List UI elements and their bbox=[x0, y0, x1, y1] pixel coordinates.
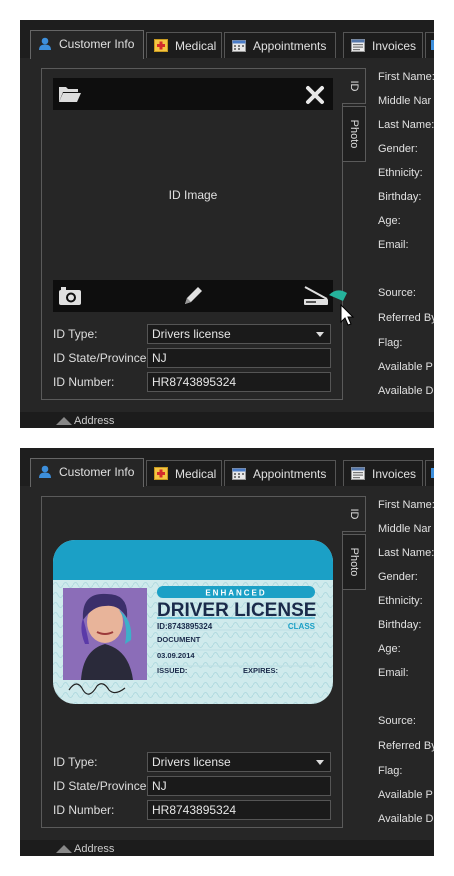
tab-overflow-icon bbox=[431, 468, 434, 478]
tab-appointments[interactable]: Appointments bbox=[224, 460, 336, 486]
available-d-label: Available D bbox=[378, 813, 434, 825]
address-section-header[interactable]: Address bbox=[20, 412, 434, 428]
tab-medical[interactable]: Medical bbox=[146, 32, 222, 58]
tab-customer-info[interactable]: Customer Info bbox=[30, 458, 144, 487]
medical-kit-icon bbox=[154, 467, 168, 480]
scanner-icon[interactable] bbox=[303, 285, 329, 307]
id-type-select[interactable]: Drivers license bbox=[147, 752, 331, 772]
id-number-input[interactable]: HR8743895324 bbox=[147, 372, 331, 392]
id-state-label: ID State/Province: bbox=[53, 779, 150, 793]
last-name-label: Last Name: bbox=[378, 119, 434, 131]
id-image-area: ID Image bbox=[53, 78, 333, 314]
close-icon[interactable] bbox=[305, 85, 325, 105]
referred-by-label: Referred By bbox=[378, 312, 434, 324]
chevron-down-icon bbox=[316, 332, 324, 337]
first-name-label: First Name: bbox=[378, 499, 434, 511]
open-folder-icon[interactable] bbox=[58, 85, 82, 103]
birthday-label: Birthday: bbox=[378, 619, 422, 631]
last-name-label: Last Name: bbox=[378, 547, 434, 559]
customer-info-panel-loaded: Customer Info Medical Appointments Invoi… bbox=[20, 448, 434, 856]
gender-label: Gender: bbox=[378, 571, 418, 583]
middle-name-label: Middle Nar bbox=[378, 95, 432, 107]
home-icon bbox=[56, 845, 72, 853]
id-number-input[interactable]: HR8743895324 bbox=[147, 800, 331, 820]
license-expires-label: EXPIRES: bbox=[243, 666, 278, 675]
tab-customer-info[interactable]: Customer Info bbox=[30, 30, 144, 59]
middle-name-label: Middle Nar bbox=[378, 523, 432, 535]
license-date: 03.09.2014 bbox=[157, 651, 195, 660]
first-name-label: First Name: bbox=[378, 71, 434, 83]
birthday-label: Birthday: bbox=[378, 191, 422, 203]
license-id-line: ID:8743895324 bbox=[157, 622, 213, 631]
license-document-label: DOCUMENT bbox=[157, 635, 201, 644]
image-top-toolbar bbox=[53, 78, 333, 110]
available-p-label: Available P bbox=[378, 361, 433, 373]
drivers-license-image: ENHANCED DRIVER LICENSE ID:8743895324 CL… bbox=[53, 540, 333, 704]
side-tab-id[interactable]: ID bbox=[342, 496, 366, 532]
side-tab-id[interactable]: ID bbox=[342, 68, 366, 104]
invoice-icon bbox=[351, 39, 365, 52]
email-label: Email: bbox=[378, 239, 409, 251]
address-section-header[interactable]: Address bbox=[20, 840, 434, 856]
tab-more[interactable] bbox=[425, 460, 434, 486]
license-badge: ENHANCED bbox=[205, 589, 266, 598]
tab-medical[interactable]: Medical bbox=[146, 460, 222, 486]
edit-pencil-icon[interactable] bbox=[181, 284, 205, 308]
tab-more[interactable] bbox=[425, 32, 434, 58]
id-state-input[interactable]: NJ bbox=[147, 348, 331, 368]
person-icon bbox=[39, 37, 51, 50]
source-label: Source: bbox=[378, 287, 416, 299]
id-number-label: ID Number: bbox=[53, 803, 115, 817]
ethnicity-label: Ethnicity: bbox=[378, 595, 423, 607]
tab-overflow-icon bbox=[431, 40, 434, 50]
chevron-down-icon bbox=[316, 760, 324, 765]
email-label: Email: bbox=[378, 667, 409, 679]
ethnicity-label: Ethnicity: bbox=[378, 167, 423, 179]
license-class-label: CLASS bbox=[288, 622, 316, 631]
available-p-label: Available P bbox=[378, 789, 433, 801]
referred-by-label: Referred By bbox=[378, 740, 434, 752]
license-card-graphic: ENHANCED DRIVER LICENSE ID:8743895324 CL… bbox=[53, 540, 333, 704]
id-number-label: ID Number: bbox=[53, 375, 115, 389]
medical-kit-icon bbox=[154, 39, 168, 52]
id-type-label: ID Type: bbox=[53, 755, 98, 769]
customer-info-panel-empty: Customer Info Medical Appointments Invoi… bbox=[20, 20, 434, 428]
available-d-label: Available D bbox=[378, 385, 434, 397]
image-bottom-toolbar bbox=[53, 280, 333, 312]
tab-invoices[interactable]: Invoices bbox=[343, 32, 423, 58]
side-tab-photo[interactable]: Photo bbox=[342, 106, 366, 162]
invoice-icon bbox=[351, 467, 365, 480]
flag-label: Flag: bbox=[378, 765, 403, 777]
home-icon bbox=[56, 417, 72, 425]
tab-invoices[interactable]: Invoices bbox=[343, 460, 423, 486]
license-issued-label: ISSUED: bbox=[157, 666, 187, 675]
age-label: Age: bbox=[378, 215, 401, 227]
id-type-label: ID Type: bbox=[53, 327, 98, 341]
tab-bar: Customer Info Medical Appointments Invoi… bbox=[20, 20, 434, 59]
id-type-select[interactable]: Drivers license bbox=[147, 324, 331, 344]
source-label: Source: bbox=[378, 715, 416, 727]
flag-label: Flag: bbox=[378, 337, 403, 349]
person-icon bbox=[39, 465, 51, 478]
id-state-label: ID State/Province: bbox=[53, 351, 150, 365]
side-tab-photo[interactable]: Photo bbox=[342, 534, 366, 590]
tab-bar: Customer Info Medical Appointments Invoi… bbox=[20, 448, 434, 487]
mouse-cursor-icon bbox=[329, 290, 355, 326]
id-state-input[interactable]: NJ bbox=[147, 776, 331, 796]
tab-appointments[interactable]: Appointments bbox=[224, 32, 336, 58]
age-label: Age: bbox=[378, 643, 401, 655]
camera-icon[interactable] bbox=[58, 286, 82, 306]
id-image-placeholder: ID Image bbox=[168, 188, 218, 202]
calendar-icon bbox=[232, 40, 246, 52]
gender-label: Gender: bbox=[378, 143, 418, 155]
license-title: DRIVER LICENSE bbox=[157, 600, 316, 621]
calendar-icon bbox=[232, 468, 246, 480]
